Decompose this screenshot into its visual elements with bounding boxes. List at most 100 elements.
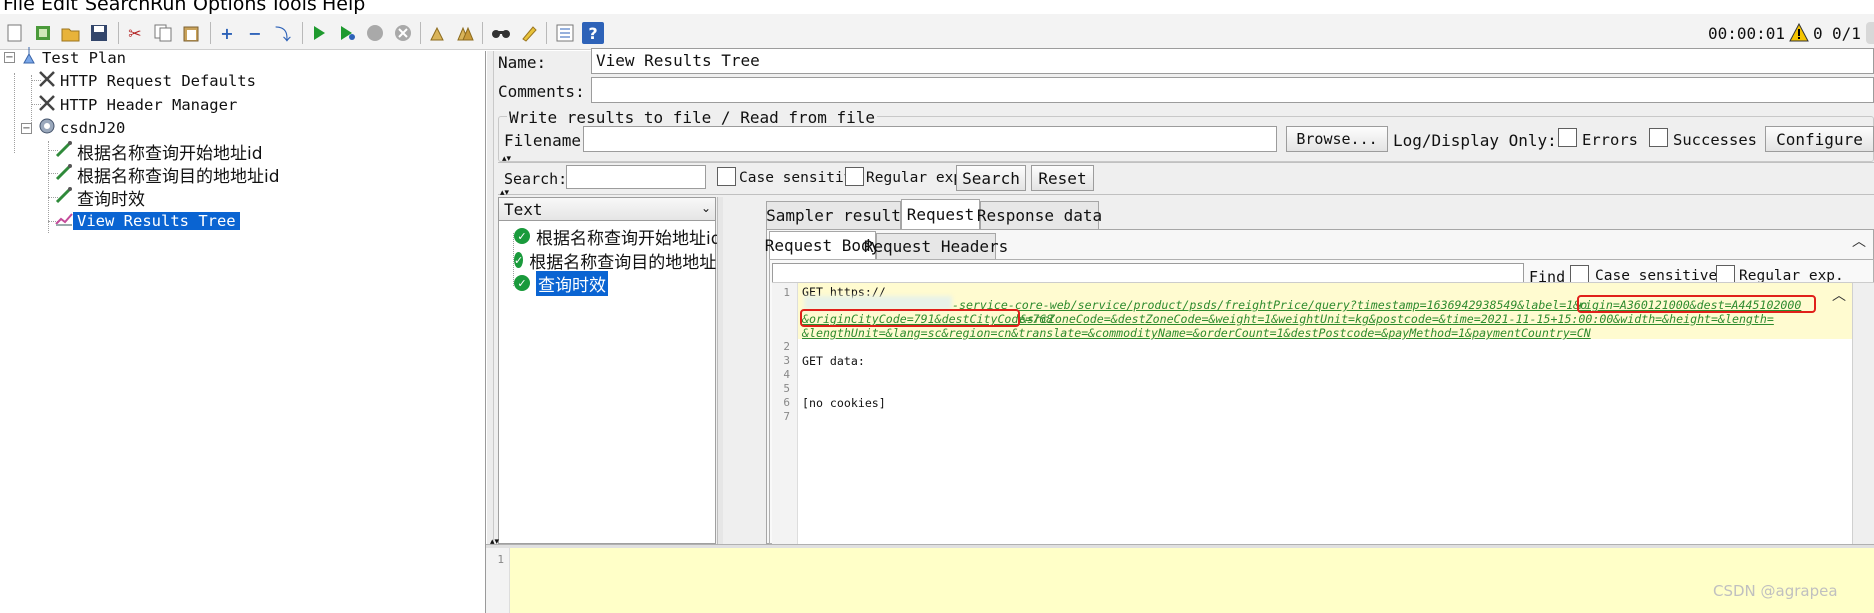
successes-label: Successes [1673, 131, 1757, 149]
case-sensitive-label: Case sensitive [739, 170, 862, 186]
annotation-box-origin-dest [1577, 295, 1816, 313]
paste-icon[interactable] [180, 22, 202, 44]
code-url-part: -service-core-web/service/product/psds/f… [952, 298, 1588, 312]
menu-run[interactable]: Run [150, 0, 186, 14]
collapse-icon[interactable]: − [244, 22, 266, 44]
menu-help[interactable]: Help [322, 0, 365, 14]
name-field[interactable]: View Results Tree [591, 48, 1874, 74]
split-arrows-bottom[interactable]: ▴▾ [490, 537, 499, 547]
copy-icon[interactable] [152, 22, 174, 44]
thread-group-icon [38, 117, 56, 139]
tree-expander-thread-group[interactable]: − [21, 123, 32, 134]
results-tree-panel: Name: View Results Tree Comments: Write … [486, 48, 1874, 613]
renderer-selected-value: Text [504, 200, 543, 219]
function-helper-icon[interactable] [554, 22, 576, 44]
clear-all-icon[interactable] [454, 22, 476, 44]
filename-label: Filename [504, 131, 582, 150]
name-label: Name: [498, 53, 547, 72]
success-icon: ✓ [514, 228, 530, 244]
thread-count: 0/1 [1832, 24, 1861, 43]
browse-button[interactable]: Browse... [1286, 126, 1388, 152]
elapsed-time: 00:00:01 [1708, 24, 1786, 43]
config-element-icon [38, 94, 56, 116]
sampler-icon [55, 186, 73, 208]
help-icon[interactable]: ? [582, 22, 604, 44]
code-url-part: &srcZoneCode=&destZoneCode=&weight=1&wei… [1020, 312, 1774, 326]
tab-sampler-result[interactable]: Sampler result [766, 201, 901, 229]
tree-expander-test-plan[interactable]: − [4, 52, 15, 63]
tree-item-view-results-tree[interactable]: View Results Tree [55, 208, 240, 234]
log-display-label: Log/Display Only: [1393, 131, 1557, 150]
line-number: 2 [783, 340, 790, 353]
warning-icon[interactable] [1789, 22, 1809, 46]
renderer-select[interactable]: Text ⌄ [498, 197, 716, 221]
code-no-cookies: [no cookies] [802, 396, 886, 410]
search-label: Search: [504, 170, 568, 188]
test-plan-tree: − Test Plan HTTP Request Defaults HTTP H… [0, 47, 486, 613]
sampler-icon [55, 140, 73, 162]
comments-label: Comments: [498, 82, 585, 101]
comments-field[interactable] [591, 77, 1874, 103]
results-splitter[interactable] [717, 197, 723, 544]
chevron-down-icon: ⌄ [700, 201, 711, 215]
regex-checkbox[interactable] [845, 167, 864, 186]
subtab-request-body[interactable]: Request Body [765, 231, 880, 259]
sampler-icon [55, 163, 73, 185]
log-panel[interactable]: 1 [486, 548, 1874, 613]
case-sensitive-checkbox[interactable] [717, 167, 736, 186]
tree-item-http-request-defaults[interactable]: HTTP Request Defaults [38, 68, 260, 94]
open-icon[interactable] [60, 22, 82, 44]
successes-checkbox[interactable] [1649, 128, 1668, 147]
new-icon[interactable] [4, 22, 26, 44]
reset-button[interactable]: Reset [1031, 165, 1094, 191]
menu-edit[interactable]: Edit [41, 0, 78, 14]
menu-search[interactable]: Search [85, 0, 150, 14]
filename-field[interactable] [583, 126, 1277, 152]
result-item-1[interactable]: ✓ 根据名称查询开始地址id [514, 223, 722, 249]
split-arrows-lower[interactable]: ▴▾ [500, 188, 509, 198]
file-group-title: Write results to file / Read from file [507, 108, 878, 127]
reset-search-icon[interactable] [518, 22, 540, 44]
menu-bar: File Edit Search Run Options Tools Help [0, 0, 1874, 14]
templates-icon[interactable] [32, 22, 54, 44]
watermark: CSDN @agrapea [1713, 582, 1838, 600]
tab-request[interactable]: Request [901, 199, 980, 229]
result-item-3[interactable]: ✓ 查询时效 [514, 270, 608, 296]
menu-file[interactable]: File [3, 0, 35, 14]
menu-options[interactable]: Options [193, 0, 266, 14]
editor-scrollbar[interactable] [1852, 283, 1874, 545]
shutdown-icon[interactable] [392, 22, 414, 44]
warning-count: 0 [1813, 24, 1823, 43]
tree-item-sampler-3[interactable]: 查询时效 [55, 184, 149, 210]
save-icon[interactable] [88, 22, 110, 44]
toggle-icon[interactable]: ⤵ [272, 22, 294, 44]
search-button[interactable]: Search [956, 165, 1026, 191]
configure-button[interactable]: Configure [1765, 126, 1874, 152]
request-body-editor[interactable]: 1 2 3 4 5 6 7 GET https:// -service-core… [772, 282, 1874, 545]
start-icon[interactable] [308, 22, 330, 44]
listener-icon [55, 210, 73, 232]
annotation-box-city-codes [800, 309, 1020, 327]
panel-splitter[interactable] [487, 51, 494, 613]
config-element-icon [38, 70, 56, 92]
menu-tools[interactable]: Tools [270, 0, 317, 14]
stop-icon[interactable] [364, 22, 386, 44]
errors-checkbox[interactable] [1558, 128, 1577, 147]
line-number: 3 [783, 354, 790, 367]
editor-scroll-up-icon[interactable]: ︿ [1832, 285, 1846, 305]
errors-label: Errors [1582, 131, 1638, 149]
code-get-data: GET data: [802, 354, 865, 368]
log-line-number: 1 [497, 553, 504, 566]
code-url-part: &lengthUnit=&lang=sc&region=cn&translate… [802, 326, 1591, 340]
line-number: 4 [783, 368, 790, 381]
tab-response-data[interactable]: Response data [977, 201, 1102, 229]
line-number: 1 [783, 286, 790, 299]
clear-icon[interactable] [426, 22, 448, 44]
expand-icon[interactable]: + [216, 22, 238, 44]
cut-icon[interactable]: ✂ [124, 22, 146, 44]
start-no-pauses-icon[interactable] [336, 22, 358, 44]
scroll-up-icon[interactable]: ︿ [1852, 231, 1866, 251]
subtab-request-headers[interactable]: Request Headers [864, 233, 1008, 259]
search-field[interactable] [566, 165, 706, 189]
search-icon[interactable] [490, 22, 512, 44]
